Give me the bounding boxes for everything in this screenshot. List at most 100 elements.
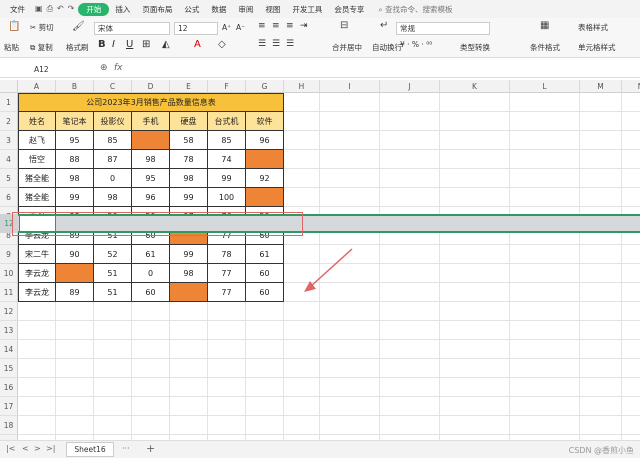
table-value-cell[interactable]: 0 <box>94 169 132 188</box>
undo-icon[interactable]: ↶ <box>57 4 64 14</box>
first-sheet-icon[interactable]: |< <box>6 444 15 453</box>
row-header-18[interactable]: 18 <box>0 416 18 435</box>
table-value-cell[interactable]: 74 <box>208 150 246 169</box>
row-header-13[interactable]: 13 <box>0 321 18 340</box>
align-bottom-icon[interactable]: ≡ <box>286 21 294 31</box>
menu-file[interactable]: 文件 <box>4 4 31 15</box>
zoom-icon[interactable]: ⊕ <box>100 63 108 73</box>
column-header-j[interactable]: J <box>380 80 440 93</box>
align-left-icon[interactable]: ☰ <box>258 39 266 49</box>
merge-icon[interactable]: ⊟ <box>340 20 348 31</box>
table-title[interactable]: 公司2023年3月销售产品数量信息表 <box>18 93 284 112</box>
table-value-cell[interactable]: 99 <box>170 188 208 207</box>
currency-icon[interactable]: ¥ · % · ⁰⁰ <box>400 40 432 49</box>
border-icon[interactable]: ⊞ <box>142 39 150 50</box>
save-icon[interactable]: ▣ <box>35 4 43 14</box>
tab-home[interactable]: 开始 <box>78 2 110 16</box>
table-value-cell[interactable]: 60 <box>246 264 284 283</box>
number-format-select[interactable]: 常规 <box>396 22 490 35</box>
row-header-14[interactable]: 14 <box>0 340 18 359</box>
type-convert-button[interactable]: 类型转换 <box>460 42 490 53</box>
row-header-16[interactable]: 16 <box>0 378 18 397</box>
table-name-cell[interactable]: 李云龙 <box>18 283 56 302</box>
table-header-cell[interactable]: 手机 <box>132 112 170 131</box>
merge-center-button[interactable]: 合并居中 <box>332 42 362 53</box>
column-header-e[interactable]: E <box>170 80 208 93</box>
cut-button[interactable]: ✂ 剪切 <box>30 22 54 33</box>
column-header-l[interactable]: L <box>510 80 580 93</box>
table-value-cell[interactable] <box>56 264 94 283</box>
table-value-cell[interactable]: 100 <box>208 188 246 207</box>
table-value-cell[interactable]: 98 <box>132 150 170 169</box>
table-value-cell[interactable] <box>170 283 208 302</box>
tab-insert[interactable]: 插入 <box>109 4 136 15</box>
align-center-icon[interactable]: ☰ <box>272 39 280 49</box>
row-header-10[interactable]: 10 <box>0 264 18 283</box>
table-value-cell[interactable]: 52 <box>94 245 132 264</box>
table-value-cell[interactable]: 87 <box>94 150 132 169</box>
table-value-cell[interactable]: 96 <box>132 188 170 207</box>
table-value-cell[interactable]: 85 <box>94 131 132 150</box>
table-value-cell[interactable] <box>246 150 284 169</box>
table-value-cell[interactable]: 98 <box>170 169 208 188</box>
conditional-format-icon[interactable]: ▦ <box>540 20 549 31</box>
paste-icon[interactable]: 📋 <box>8 21 20 32</box>
sheet-menu-icon[interactable]: ··· <box>122 444 130 453</box>
font-color-icon[interactable]: A <box>194 39 201 50</box>
row-header-12[interactable]: 12 <box>0 302 18 321</box>
tab-review[interactable]: 审阅 <box>232 4 259 15</box>
table-value-cell[interactable]: 88 <box>56 150 94 169</box>
table-value-cell[interactable]: 95 <box>132 169 170 188</box>
row-header-11[interactable]: 11 <box>0 283 18 302</box>
table-value-cell[interactable]: 61 <box>246 245 284 264</box>
table-header-cell[interactable]: 投影仪 <box>94 112 132 131</box>
prev-sheet-icon[interactable]: < <box>22 444 29 453</box>
underline-icon[interactable]: U <box>126 39 133 50</box>
column-header-i[interactable]: I <box>320 80 380 93</box>
column-header-k[interactable]: K <box>440 80 510 93</box>
name-box[interactable]: A12 <box>4 64 96 76</box>
row-header-17[interactable]: 17 <box>0 397 18 416</box>
table-value-cell[interactable]: 0 <box>132 264 170 283</box>
clear-format-icon[interactable]: ◇ <box>218 39 226 50</box>
tab-view[interactable]: 视图 <box>259 4 286 15</box>
table-value-cell[interactable]: 89 <box>56 283 94 302</box>
row-header-4[interactable]: 4 <box>0 150 18 169</box>
table-name-cell[interactable]: 宋二牛 <box>18 245 56 264</box>
print-icon[interactable]: ⎙ <box>47 4 53 14</box>
table-value-cell[interactable]: 60 <box>132 283 170 302</box>
align-top-icon[interactable]: ≡ <box>258 21 266 31</box>
tab-formulas[interactable]: 公式 <box>178 4 205 15</box>
format-painter-button[interactable]: 格式刷 <box>66 42 89 53</box>
table-value-cell[interactable]: 98 <box>56 169 94 188</box>
indent-icon[interactable]: ⇥ <box>300 21 308 31</box>
sheet-tab-sheet16[interactable]: Sheet16 <box>66 442 114 457</box>
font-size-increase-icon[interactable]: A⁺ <box>222 23 231 32</box>
table-value-cell[interactable]: 90 <box>56 245 94 264</box>
tab-developer[interactable]: 开发工具 <box>286 4 328 15</box>
table-header-cell[interactable]: 姓名 <box>18 112 56 131</box>
column-header-g[interactable]: G <box>246 80 284 93</box>
last-sheet-icon[interactable]: >| <box>46 444 55 453</box>
table-value-cell[interactable]: 60 <box>246 283 284 302</box>
wrap-icon[interactable]: ↵ <box>380 20 388 31</box>
table-name-cell[interactable]: 悟空 <box>18 150 56 169</box>
column-header-d[interactable]: D <box>132 80 170 93</box>
table-value-cell[interactable]: 51 <box>94 283 132 302</box>
italic-icon[interactable]: I <box>112 39 115 50</box>
copy-button[interactable]: ⧉ 复制 <box>30 42 53 53</box>
column-header-h[interactable]: H <box>284 80 320 93</box>
table-value-cell[interactable] <box>132 131 170 150</box>
bold-icon[interactable]: B <box>98 39 106 50</box>
table-value-cell[interactable]: 58 <box>170 131 208 150</box>
row-header-1[interactable]: 1 <box>0 93 18 112</box>
table-value-cell[interactable]: 61 <box>132 245 170 264</box>
font-size-select[interactable]: 12 <box>174 22 218 35</box>
table-value-cell[interactable]: 99 <box>56 188 94 207</box>
paste-button[interactable]: 粘贴 <box>4 42 19 53</box>
redo-icon[interactable]: ↷ <box>68 4 75 14</box>
command-search[interactable]: ⌕ 查找命令、搜索模板 <box>378 4 452 15</box>
column-header-n[interactable]: N <box>622 80 640 93</box>
row-header-9[interactable]: 9 <box>0 245 18 264</box>
table-header-cell[interactable]: 台式机 <box>208 112 246 131</box>
